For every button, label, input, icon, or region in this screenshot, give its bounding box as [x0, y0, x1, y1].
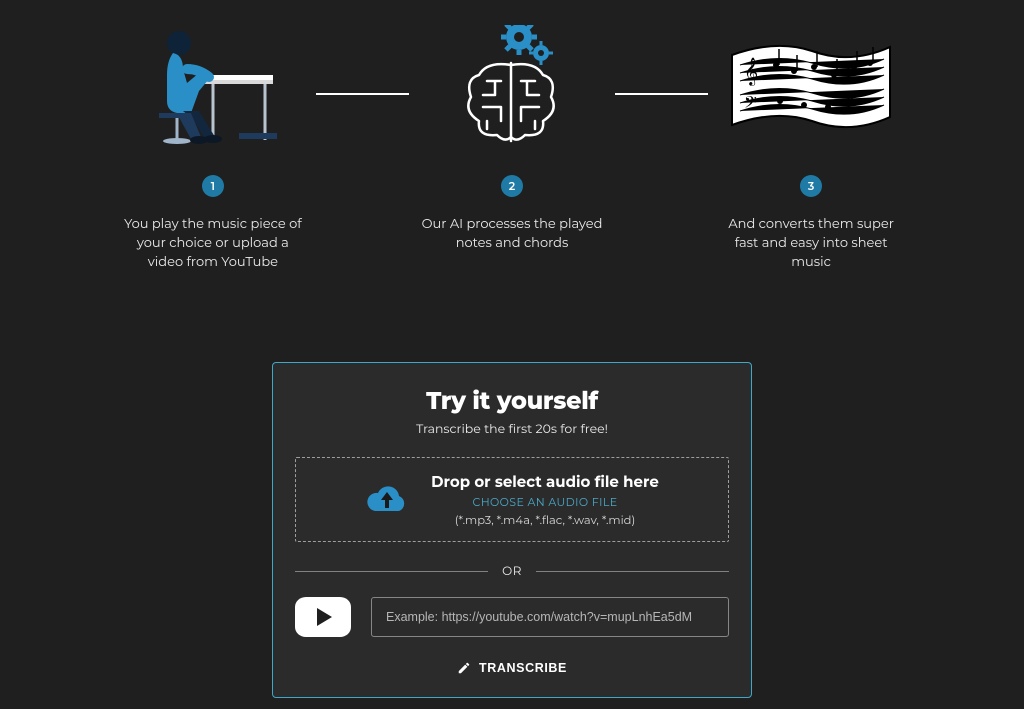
or-separator: OR: [295, 564, 729, 579]
svg-text:𝄞: 𝄞: [744, 57, 758, 86]
svg-text:𝄢: 𝄢: [744, 93, 757, 117]
youtube-url-input[interactable]: [371, 597, 729, 637]
step-text-1: You play the music piece of your choice …: [110, 215, 316, 272]
transcribe-label: TRANSCRIBE: [479, 661, 567, 675]
sheet-music-illustration: 𝄞 𝄢: [726, 25, 896, 145]
youtube-row: [295, 597, 729, 637]
how-it-works-steps: 1 You play the music piece of your choic…: [0, 0, 1024, 272]
step-badge-2: 2: [501, 175, 523, 197]
cloud-upload-icon: [365, 482, 409, 516]
file-drop-zone[interactable]: Drop or select audio file here CHOOSE AN…: [295, 457, 729, 542]
try-subtitle: Transcribe the first 20s for free!: [416, 422, 608, 437]
or-label: OR: [502, 564, 522, 579]
step-badge-1: 1: [202, 175, 224, 197]
connector-line: [316, 93, 409, 95]
step-1: 1 You play the music piece of your choic…: [110, 25, 316, 272]
accepted-formats: (*.mp3, *.m4a, *.flac, *.wav, *.mid): [455, 513, 636, 527]
drop-texts: Drop or select audio file here CHOOSE AN…: [431, 472, 659, 527]
step-text-2: Our AI processes the played notes and ch…: [409, 215, 615, 253]
transcribe-button[interactable]: TRANSCRIBE: [457, 661, 567, 675]
sheet-music-icon: 𝄞 𝄢: [726, 35, 896, 135]
drop-title: Drop or select audio file here: [431, 472, 659, 491]
brain-gears-icon: [457, 25, 567, 145]
step-3: 𝄞 𝄢 3 And converts them super fast and e…: [708, 25, 914, 272]
youtube-icon: [295, 597, 351, 637]
pianist-icon: [143, 25, 283, 145]
step-2: 2 Our AI processes the played notes and …: [409, 25, 615, 253]
choose-file-link[interactable]: CHOOSE AN AUDIO FILE: [473, 495, 618, 509]
try-title: Try it yourself: [426, 387, 598, 416]
pencil-icon: [457, 661, 471, 675]
brain-illustration: [457, 25, 567, 145]
try-it-panel: Try it yourself Transcribe the first 20s…: [272, 362, 752, 698]
step-badge-3: 3: [800, 175, 822, 197]
step-text-3: And converts them super fast and easy in…: [708, 215, 914, 272]
pianist-illustration: [143, 25, 283, 145]
connector-line: [615, 93, 708, 95]
